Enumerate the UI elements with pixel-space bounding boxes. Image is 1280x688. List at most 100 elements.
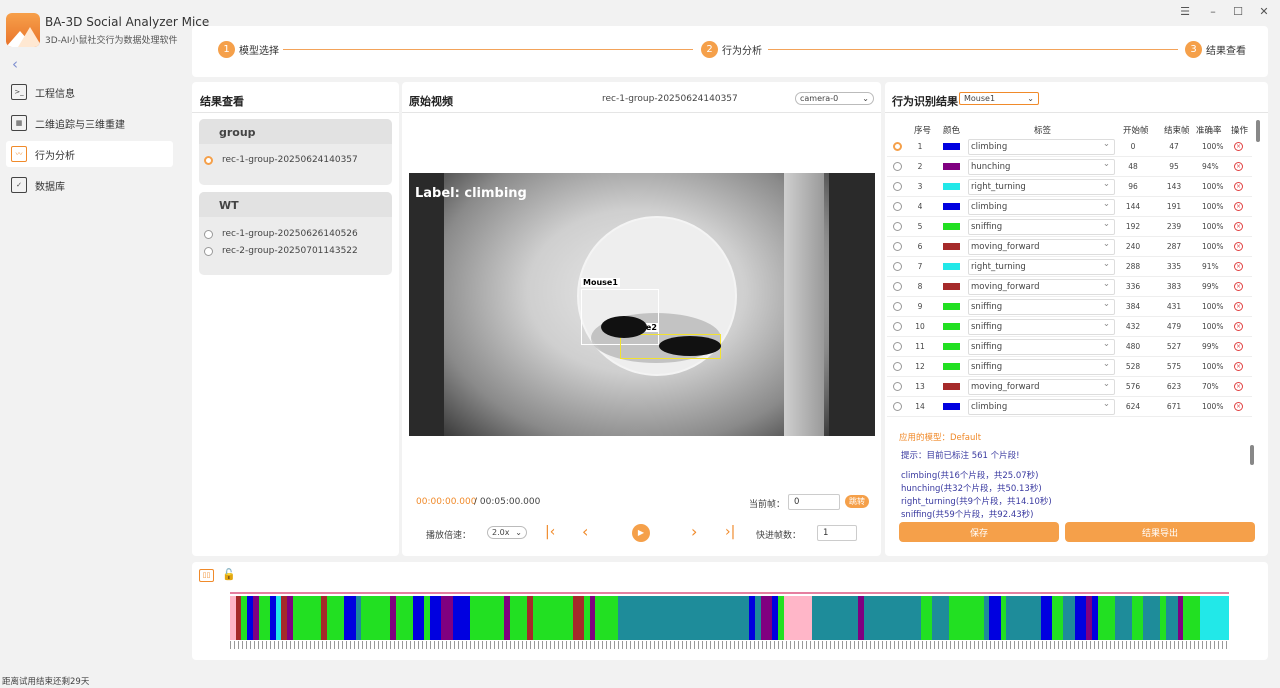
menu-icon[interactable]: ☰ (1178, 5, 1192, 19)
rec-item[interactable]: rec-1-group-20250626140526 (204, 229, 358, 239)
row-radio[interactable] (893, 282, 902, 291)
radio[interactable] (204, 229, 213, 239)
delete-icon[interactable]: × (1234, 322, 1243, 331)
table-row[interactable]: 7 right_turning 288 335 91% × (887, 257, 1252, 277)
row-radio[interactable] (893, 222, 902, 231)
camera-select[interactable]: camera-0 ⌄ (795, 92, 874, 105)
row-label-select[interactable]: sniffing (968, 317, 1115, 335)
row-radio[interactable] (893, 362, 902, 371)
minimize-icon[interactable]: – (1206, 5, 1220, 19)
row-label-select[interactable]: climbing (968, 197, 1115, 215)
row-radio[interactable] (893, 262, 902, 271)
delete-icon[interactable]: × (1234, 382, 1243, 391)
row-radio[interactable] (893, 142, 902, 151)
table-scrollbar[interactable] (1256, 120, 1260, 142)
rec-item[interactable]: rec-1-group-20250624140357 (204, 155, 358, 165)
back-arrow-icon[interactable]: ‹ (12, 55, 18, 73)
delete-icon[interactable]: × (1234, 302, 1243, 311)
row-radio[interactable] (893, 202, 902, 211)
row-label-select[interactable]: moving_forward (968, 377, 1115, 395)
jump-button[interactable]: 跳转 (845, 495, 869, 508)
row-start: 96 (1128, 182, 1138, 191)
table-row[interactable]: 2 hunching 48 95 94% × (887, 157, 1252, 177)
ff-input[interactable]: 1 (817, 525, 857, 541)
hint-text: 提示：目前已标注 561 个片段! (901, 451, 1020, 461)
row-label: climbing (971, 402, 1008, 412)
table-row[interactable]: 12 sniffing 528 575 100% × (887, 357, 1252, 377)
current-frame-input[interactable]: 0 (788, 494, 840, 510)
timeline-fit-icon[interactable]: ▯▯ (199, 569, 214, 582)
table-row[interactable]: 8 moving_forward 336 383 99% × (887, 277, 1252, 297)
save-button[interactable]: 保存 (899, 522, 1059, 542)
sidebar-item-database[interactable]: ✓ 数据库 (6, 172, 173, 198)
lock-icon[interactable]: 🔓 (222, 568, 236, 581)
delete-icon[interactable]: × (1234, 342, 1243, 351)
export-button[interactable]: 结果导出 (1065, 522, 1255, 542)
table-row[interactable]: 11 sniffing 480 527 99% × (887, 337, 1252, 357)
mouse-select[interactable]: Mouse1 ⌄ (959, 92, 1039, 105)
delete-icon[interactable]: × (1234, 222, 1243, 231)
row-radio[interactable] (893, 322, 902, 331)
row-label-select[interactable]: sniffing (968, 297, 1115, 315)
timeline-top-line (230, 592, 1229, 594)
table-row[interactable]: 13 moving_forward 576 623 70% × (887, 377, 1252, 397)
rec-item[interactable]: rec-2-group-20250701143522 (204, 246, 358, 256)
row-label-select[interactable]: moving_forward (968, 237, 1115, 255)
skip-start-icon[interactable]: |‹ (545, 524, 555, 540)
row-radio[interactable] (893, 182, 902, 191)
speed-select[interactable]: 2.0x ⌄ (487, 526, 527, 539)
row-label-select[interactable]: right_turning (968, 177, 1115, 195)
summary-scrollbar[interactable] (1250, 445, 1254, 465)
close-icon[interactable]: ✕ (1257, 5, 1271, 19)
table-row[interactable]: 5 sniffing 192 239 100% × (887, 217, 1252, 237)
play-icon[interactable]: ▶ (632, 524, 650, 542)
row-label-select[interactable]: sniffing (968, 217, 1115, 235)
step-behavior[interactable]: 2 行为分析 (701, 41, 762, 58)
prev-frame-icon[interactable]: ‹ (582, 522, 588, 541)
radio-selected[interactable] (204, 155, 213, 165)
sidebar-item-behavior[interactable]: 〰 行为分析 (6, 141, 173, 167)
delete-icon[interactable]: × (1234, 262, 1243, 271)
row-radio[interactable] (893, 162, 902, 171)
table-row[interactable]: 9 sniffing 384 431 100% × (887, 297, 1252, 317)
row-label-select[interactable]: sniffing (968, 357, 1115, 375)
video-frame[interactable]: Mouse1 Mouse2 Label: climbing (409, 173, 875, 436)
step-results[interactable]: 3 结果查看 (1185, 41, 1246, 58)
delete-icon[interactable]: × (1234, 162, 1243, 171)
row-label-select[interactable]: climbing (968, 137, 1115, 155)
row-radio[interactable] (893, 242, 902, 251)
sidebar-item-tracking[interactable]: ▦ 二维追踪与三维重建 (6, 110, 173, 136)
row-radio[interactable] (893, 382, 902, 391)
step-model-select[interactable]: 1 模型选择 (218, 41, 279, 58)
table-row[interactable]: 14 climbing 624 671 100% × (887, 397, 1252, 417)
delete-icon[interactable]: × (1234, 402, 1243, 411)
table-row[interactable]: 4 climbing 144 191 100% × (887, 197, 1252, 217)
time-current: 00:00:00.000 (416, 497, 477, 507)
row-label-select[interactable]: hunching (968, 157, 1115, 175)
delete-icon[interactable]: × (1234, 282, 1243, 291)
row-radio[interactable] (893, 402, 902, 411)
table-row[interactable]: 10 sniffing 432 479 100% × (887, 317, 1252, 337)
sidebar-item-project-info[interactable]: >_ 工程信息 (6, 79, 173, 105)
next-frame-icon[interactable]: › (691, 522, 697, 541)
maximize-icon[interactable]: ☐ (1231, 5, 1245, 19)
delete-icon[interactable]: × (1234, 242, 1243, 251)
table-row[interactable]: 6 moving_forward 240 287 100% × (887, 237, 1252, 257)
timeline-segment[interactable] (1223, 596, 1230, 640)
row-label-select[interactable]: sniffing (968, 337, 1115, 355)
table-row[interactable]: 1 climbing 0 47 100% × (887, 137, 1252, 157)
row-radio[interactable] (893, 302, 902, 311)
row-label-select[interactable]: moving_forward (968, 277, 1115, 295)
row-radio[interactable] (893, 342, 902, 351)
radio[interactable] (204, 246, 213, 256)
results-title: 结果查看 (200, 95, 244, 108)
delete-icon[interactable]: × (1234, 362, 1243, 371)
row-label-select[interactable]: right_turning (968, 257, 1115, 275)
ff-label: 快进帧数： (756, 531, 802, 541)
delete-icon[interactable]: × (1234, 182, 1243, 191)
skip-end-icon[interactable]: ›| (725, 524, 735, 540)
delete-icon[interactable]: × (1234, 142, 1243, 151)
row-label-select[interactable]: climbing (968, 397, 1115, 415)
delete-icon[interactable]: × (1234, 202, 1243, 211)
table-row[interactable]: 3 right_turning 96 143 100% × (887, 177, 1252, 197)
